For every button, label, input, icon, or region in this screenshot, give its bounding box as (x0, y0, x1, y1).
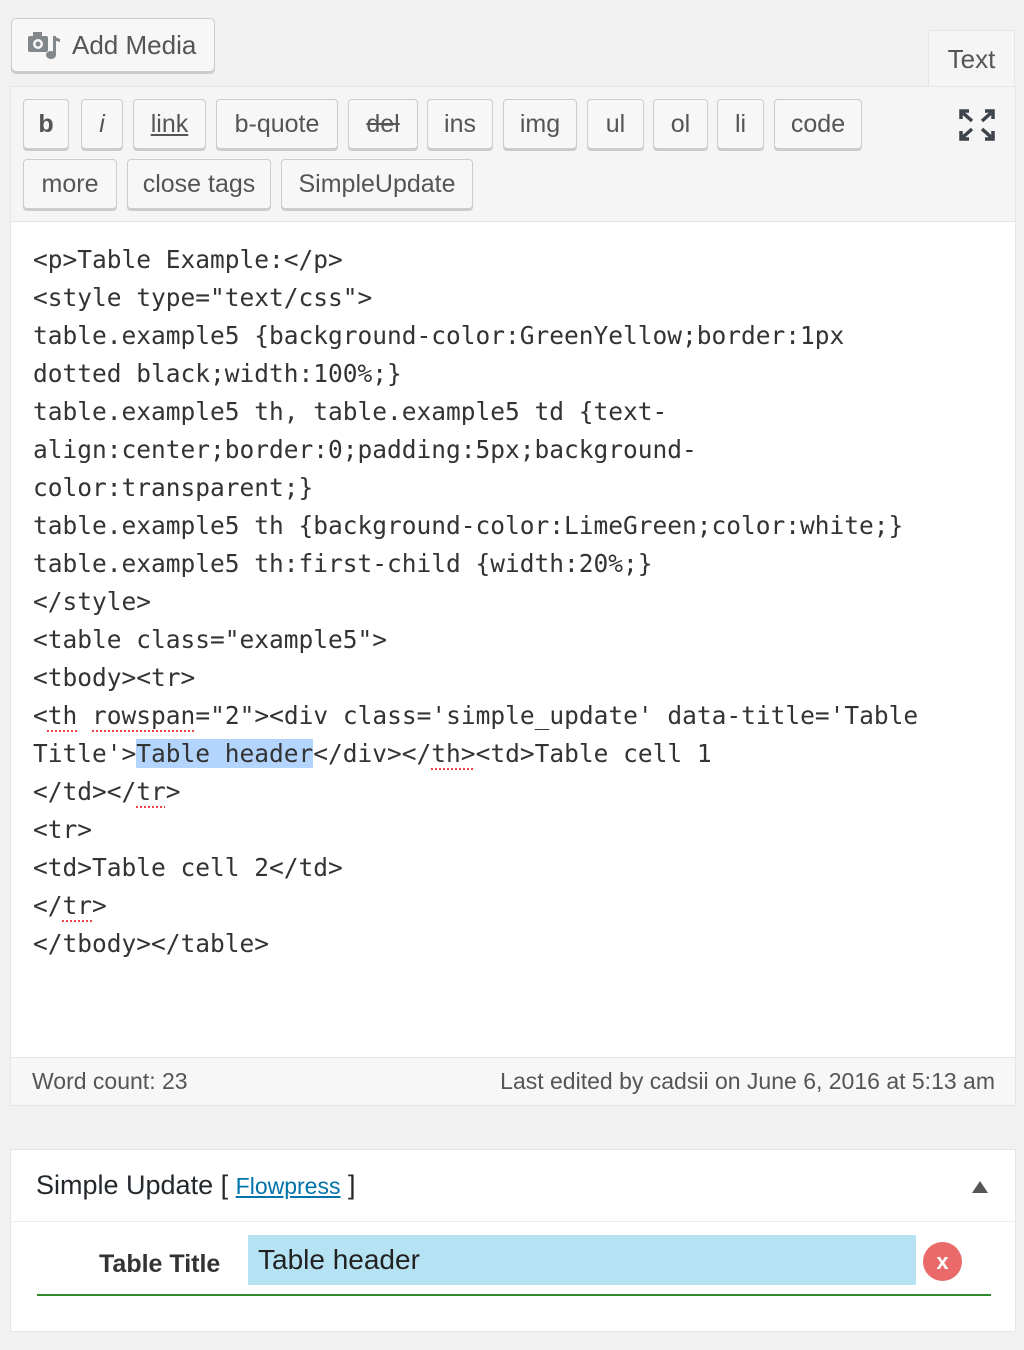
code-line: <tbody><tr> (33, 663, 196, 692)
code-line: table.example5 th:first-child {width:20%… (33, 549, 653, 578)
code-textarea[interactable]: <p>Table Example:</p> <style type="text/… (33, 241, 1003, 1041)
code-line: </td></tr> (33, 777, 181, 806)
flowpress-link[interactable]: Flowpress (236, 1173, 341, 1199)
close-tags-button[interactable]: close tags (127, 159, 271, 209)
ol-button-label: ol (670, 109, 691, 138)
code-line: <p>Table Example:</p> (33, 245, 343, 274)
bold-button[interactable]: b (23, 99, 69, 149)
code-line: Title'>Table header</div></th><td>Table … (33, 739, 712, 768)
li-button[interactable]: li (717, 99, 764, 149)
blockquote-button[interactable]: b-quote (216, 99, 338, 149)
link-button-label: link (150, 109, 189, 138)
add-media-label: Add Media (72, 29, 197, 60)
ins-button[interactable]: ins (427, 99, 493, 149)
camera-music-icon (26, 30, 62, 60)
bold-button-label: b (38, 109, 54, 138)
field-underline (37, 1294, 991, 1296)
li-button-label: li (734, 109, 747, 138)
ul-button[interactable]: ul (587, 99, 644, 149)
img-button-label: img (519, 109, 561, 138)
fullscreen-icon[interactable] (957, 107, 997, 143)
link-button[interactable]: link (133, 99, 206, 149)
metabox-title: Simple Update [ Flowpress ] (36, 1170, 356, 1201)
tab-text-label: Text (947, 44, 996, 74)
bracket-open: [ (220, 1170, 229, 1200)
del-button[interactable]: del (348, 99, 418, 149)
clear-icon: x (936, 1248, 949, 1274)
status-bar: Word count: 23 Last edited by cadsii on … (11, 1057, 1015, 1105)
code-line: table.example5 {background-color:GreenYe… (33, 321, 845, 350)
more-button[interactable]: more (23, 159, 117, 209)
metabox-title-text: Simple Update (36, 1170, 214, 1200)
del-button-label: del (366, 109, 400, 138)
ins-button-label: ins (444, 109, 476, 138)
quicktags-toolbar: b i link b-quote del ins img ul ol li co… (11, 87, 1015, 222)
code-line: <th rowspan="2"><div class='simple_updat… (33, 701, 919, 730)
simple-update-metabox: Simple Update [ Flowpress ] Table Title … (10, 1149, 1016, 1332)
code-line: </tr> (33, 891, 107, 920)
close-tags-button-label: close tags (142, 169, 256, 198)
code-line: align:center;border:0;padding:5px;backgr… (33, 435, 697, 464)
table-title-label: Table Title (99, 1250, 221, 1278)
code-line: </style> (33, 587, 152, 616)
code-line: <tr> (33, 815, 93, 844)
tab-text[interactable]: Text (928, 30, 1015, 88)
img-button[interactable]: img (503, 99, 577, 149)
ol-button[interactable]: ol (653, 99, 708, 149)
code-line: </tbody></table> (33, 929, 270, 958)
bracket-close: ] (347, 1170, 356, 1200)
code-line: <td>Table cell 2</td> (33, 853, 343, 882)
code-button-label: code (790, 109, 846, 138)
simpleupdate-button-label: SimpleUpdate (298, 169, 456, 198)
metabox-header[interactable]: Simple Update [ Flowpress ] (11, 1150, 1015, 1222)
code-line: <table class="example5"> (33, 625, 388, 654)
code-line: table.example5 th {background-color:Lime… (33, 511, 904, 540)
text-editor: b i link b-quote del ins img ul ol li co… (10, 86, 1016, 1106)
collapse-triangle-icon[interactable] (971, 1180, 989, 1194)
clear-field-button[interactable]: x (923, 1242, 962, 1281)
code-line: color:transparent;} (33, 473, 314, 502)
italic-button-label: i (99, 109, 105, 138)
code-line: dotted black;width:100%;} (33, 359, 402, 388)
word-count: Word count: 23 (32, 1068, 188, 1094)
code-button[interactable]: code (774, 99, 862, 149)
more-button-label: more (41, 169, 99, 198)
blockquote-button-label: b-quote (234, 109, 320, 138)
last-edited: Last edited by cadsii on June 6, 2016 at… (500, 1068, 995, 1094)
italic-button[interactable]: i (81, 99, 123, 149)
add-media-button[interactable]: Add Media (11, 18, 215, 72)
code-line: <style type="text/css"> (33, 283, 373, 312)
simpleupdate-button[interactable]: SimpleUpdate (281, 159, 473, 209)
ul-button-label: ul (605, 109, 626, 138)
table-title-input[interactable] (248, 1235, 916, 1285)
code-line: table.example5 th, table.example5 td {te… (33, 397, 668, 426)
